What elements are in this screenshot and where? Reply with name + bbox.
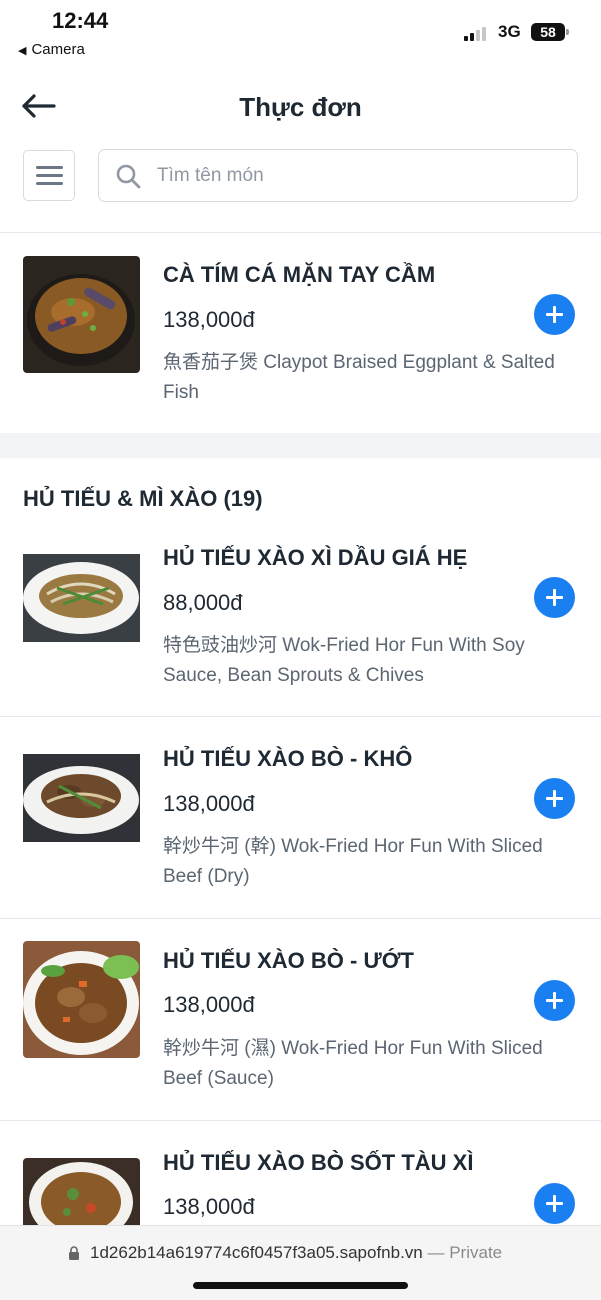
add-to-cart-button[interactable] — [534, 294, 575, 335]
dish-image — [23, 256, 140, 373]
back-app-label: Camera — [31, 41, 85, 58]
menu-item[interactable]: HỦ TIẾU XÀO BÒ SỐT TÀU XÌ 138,000đ — [0, 1121, 601, 1225]
add-to-cart-button[interactable] — [534, 980, 575, 1021]
menu-item[interactable]: HỦ TIẾU XÀO BÒ - KHÔ 138,000đ 幹炒牛河 (幹) W… — [0, 717, 601, 918]
dish-image — [23, 538, 140, 656]
item-price: 138,000đ — [163, 992, 255, 1017]
item-description: 幹炒牛河 (幹) Wok-Fried Hor Fun With Sliced B… — [163, 836, 543, 887]
item-price: 138,000đ — [163, 307, 255, 332]
back-to-app-link[interactable]: ◀ Camera — [18, 41, 85, 58]
url-text[interactable]: 1d262b14a619774c6f0457f3a05.sapofnb.vn —… — [90, 1243, 502, 1263]
item-price: 138,000đ — [163, 791, 255, 816]
url-domain: 1d262b14a619774c6f0457f3a05.sapofnb.vn — [90, 1243, 423, 1262]
status-time: 12:44 — [52, 8, 109, 33]
item-description: 魚香茄子煲 Claypot Braised Eggplant & Salted … — [163, 352, 555, 403]
item-name: HỦ TIẾU XÀO XÌ DẦU GIÁ HẸ — [163, 545, 468, 570]
menu-item[interactable]: HỦ TIẾU XÀO XÌ DẦU GIÁ HẸ 88,000đ 特色豉油炒河… — [0, 530, 601, 716]
item-name: HỦ TIẾU XÀO BÒ SỐT TÀU XÌ — [163, 1150, 474, 1175]
dish-image — [23, 941, 140, 1058]
section-separator — [0, 433, 601, 458]
item-description: 幹炒牛河 (濕) Wok-Fried Hor Fun With Sliced B… — [163, 1038, 543, 1089]
item-name: HỦ TIẾU XÀO BÒ - KHÔ — [163, 746, 413, 771]
item-price: 88,000đ — [163, 590, 243, 615]
back-triangle-icon: ◀ — [18, 45, 27, 57]
network-type: 3G — [498, 22, 521, 41]
category-menu-button[interactable] — [23, 150, 75, 201]
menu-item[interactable]: CÀ TÍM CÁ MẶN TAY CẦM 138,000đ 魚香茄子煲 Cla… — [0, 233, 601, 433]
header: Thực đơn — [0, 70, 601, 144]
item-description: 特色豉油炒河 Wok-Fried Hor Fun With Soy Sauce,… — [163, 635, 525, 686]
page-title: Thực đơn — [239, 92, 362, 122]
status-bar: 12:44 ◀ Camera 3G 58 — [0, 0, 601, 64]
add-to-cart-button[interactable] — [534, 778, 575, 819]
dish-image — [23, 740, 140, 857]
add-to-cart-button[interactable] — [534, 1183, 575, 1224]
add-to-cart-button[interactable] — [534, 577, 575, 618]
item-price: 138,000đ — [163, 1194, 255, 1219]
item-name: CÀ TÍM CÁ MẶN TAY CẦM — [163, 262, 436, 287]
item-name: HỦ TIẾU XÀO BÒ - ƯỚT — [163, 948, 414, 973]
lock-icon — [69, 1246, 79, 1260]
privacy-label: — Private — [422, 1243, 503, 1262]
search-icon — [116, 164, 141, 189]
signal-icon — [464, 25, 492, 41]
dish-image — [23, 1158, 140, 1225]
search-box[interactable] — [98, 149, 578, 202]
search-input[interactable] — [157, 162, 557, 190]
browser-address-bar[interactable]: 1d262b14a619774c6f0457f3a05.sapofnb.vn —… — [0, 1225, 601, 1300]
menu-item[interactable]: HỦ TIẾU XÀO BÒ - ƯỚT 138,000đ 幹炒牛河 (濕) W… — [0, 919, 601, 1120]
battery-icon: 58 — [531, 23, 569, 41]
home-indicator[interactable] — [193, 1282, 408, 1289]
section-title: HỦ TIẾU & MÌ XÀO (19) — [23, 486, 263, 511]
